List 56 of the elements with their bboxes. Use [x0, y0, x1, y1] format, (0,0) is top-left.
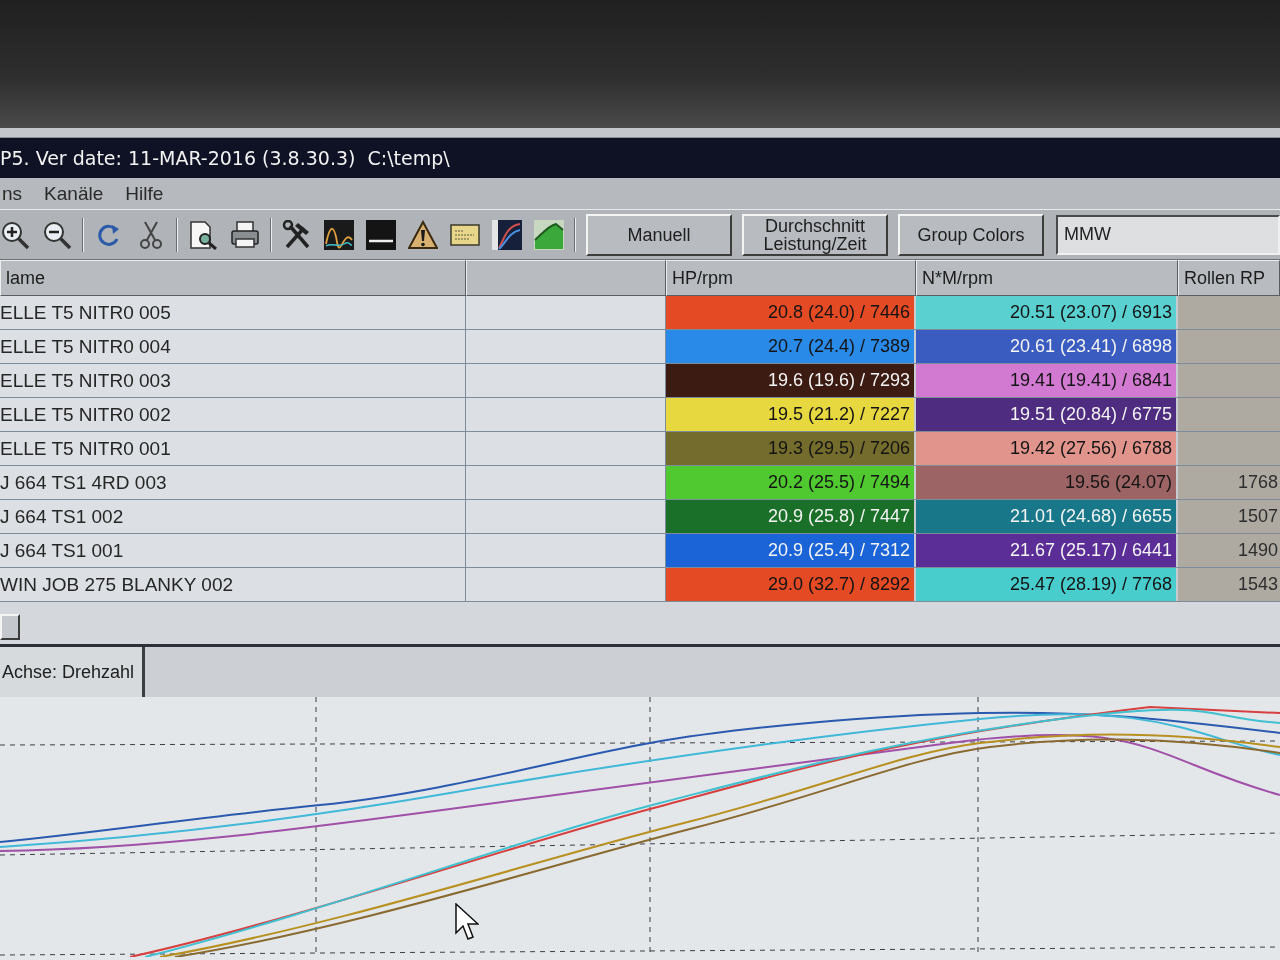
- print-preview-icon[interactable]: [188, 219, 218, 250]
- name-cell: ELLE T5 NITR0 002: [0, 398, 466, 431]
- torque-cell: 25.47 (28.19) / 7768: [916, 568, 1178, 601]
- rpm-cell: 1490: [1178, 534, 1280, 567]
- torque-cell: 19.56 (24.07): [916, 466, 1178, 499]
- hp-cell: 19.3 (29.5) / 7206: [666, 432, 916, 465]
- column-header[interactable]: HP/rpm: [666, 260, 916, 296]
- hp-cell: 19.5 (21.2) / 7227: [666, 398, 916, 431]
- hp-cell: 20.7 (24.4) / 7389: [666, 330, 916, 363]
- name-cell: J 664 TS1 002: [0, 500, 466, 533]
- menu-item[interactable]: Kanäle: [42, 182, 106, 205]
- line-tile-icon[interactable]: [366, 219, 396, 250]
- hp-cell: 20.9 (25.4) / 7312: [666, 534, 916, 567]
- hp-cell: 20.8 (24.0) / 7446: [666, 296, 916, 329]
- column-header[interactable]: N*M/rpm: [916, 260, 1178, 296]
- axis-tab[interactable]: Achse: Drehzahl: [0, 647, 146, 697]
- name-cell: ELLE T5 NITR0 005: [0, 296, 466, 329]
- zoom-in-icon[interactable]: [0, 219, 30, 250]
- zoom-out-icon[interactable]: [42, 219, 72, 250]
- rpm-cell: 1507: [1178, 500, 1280, 533]
- column-header[interactable]: lame: [0, 260, 466, 296]
- waveform-chart-icon[interactable]: [324, 219, 354, 250]
- column-header[interactable]: [466, 260, 666, 296]
- menu-item[interactable]: ns: [0, 182, 25, 205]
- area-chart-icon[interactable]: [534, 219, 564, 250]
- name-cell: J 664 TS1 4RD 003: [0, 466, 466, 499]
- torque-cell: 19.41 (19.41) / 6841: [916, 364, 1178, 397]
- input-field[interactable]: MMW: [1056, 214, 1280, 255]
- scroll-button[interactable]: [0, 614, 20, 640]
- name-cell: ELLE T5 NITR0 001: [0, 432, 466, 465]
- torque-cell: 20.61 (23.41) / 6898: [916, 330, 1178, 363]
- name-cell: J 664 TS1 001: [0, 534, 466, 567]
- tools-icon[interactable]: [282, 219, 312, 250]
- hp-cell: 20.2 (25.5) / 7494: [666, 466, 916, 499]
- column-header[interactable]: Rollen RP: [1178, 260, 1280, 296]
- warning-icon[interactable]: [408, 219, 438, 250]
- torque-cell: 21.01 (24.68) / 6655: [916, 500, 1178, 533]
- toolbar-button[interactable]: Manuell: [586, 213, 732, 256]
- torque-cell: 19.42 (27.56) / 6788: [916, 432, 1178, 465]
- torque-cell: 20.51 (23.07) / 6913: [916, 296, 1178, 329]
- printer-icon[interactable]: [230, 219, 260, 250]
- curve-chart-icon[interactable]: [492, 219, 522, 250]
- hp-cell: 19.6 (19.6) / 7293: [666, 364, 916, 397]
- torque-cell: 21.67 (25.17) / 6441: [916, 534, 1178, 567]
- torque-cell: 19.51 (20.84) / 6775: [916, 398, 1178, 431]
- name-cell: WIN JOB 275 BLANKY 002: [0, 568, 466, 601]
- rpm-cell: 1768: [1178, 466, 1280, 499]
- menu-item[interactable]: Hilfe: [123, 182, 166, 205]
- window-title: P5. Ver date: 11-MAR-2016 (3.8.30.3) C:\temp\: [0, 147, 450, 169]
- hp-cell: 20.9 (25.8) / 7447: [666, 500, 916, 533]
- name-cell: ELLE T5 NITR0 004: [0, 330, 466, 363]
- toolbar-button[interactable]: Durchschnitt Leistung/Zeit: [742, 213, 888, 256]
- rpm-cell: 1543: [1178, 568, 1280, 601]
- name-cell: ELLE T5 NITR0 003: [0, 364, 466, 397]
- hp-cell: 29.0 (32.7) / 8292: [666, 568, 916, 601]
- toolbar-button[interactable]: Group Colors: [898, 213, 1044, 256]
